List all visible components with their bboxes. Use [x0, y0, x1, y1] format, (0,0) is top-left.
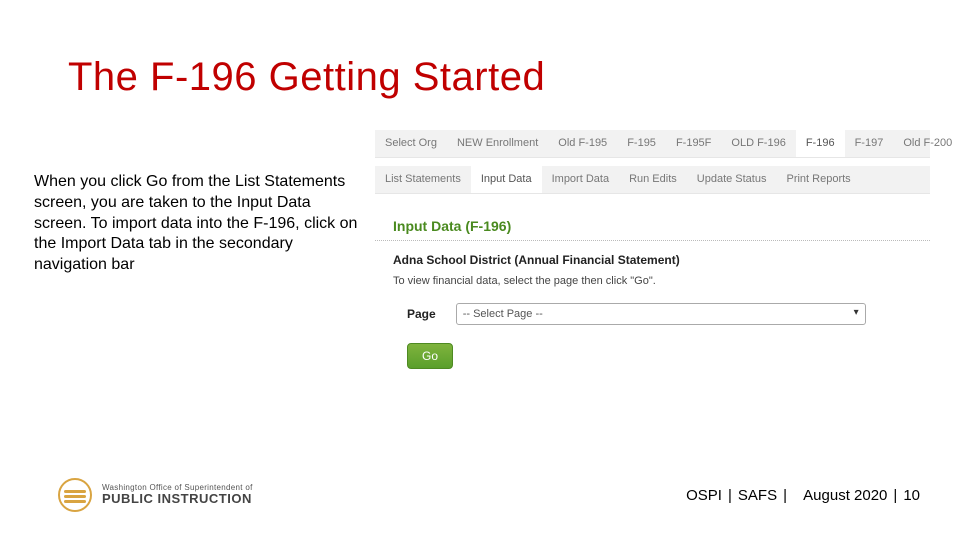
page-select[interactable]: -- Select Page -- [456, 303, 866, 325]
secondary-tab[interactable]: Update Status [687, 166, 777, 193]
district-name: Adna School District (Annual Financial S… [375, 253, 930, 267]
app-screenshot: Select OrgNEW EnrollmentOld F-195F-195F-… [375, 130, 930, 400]
primary-tab[interactable]: Old F-200 [893, 130, 960, 157]
primary-nav: Select OrgNEW EnrollmentOld F-195F-195F-… [375, 130, 930, 158]
footer-date: August 2020 [803, 487, 887, 504]
footer-page: 10 [903, 487, 920, 504]
instruction-text: To view financial data, select the page … [375, 275, 930, 287]
body-paragraph: When you click Go from the List Statemen… [34, 172, 364, 276]
primary-tab[interactable]: F-196 [796, 130, 845, 157]
primary-tab[interactable]: F-197 [845, 130, 894, 157]
footer: Washington Office of Superintendent of P… [58, 478, 920, 512]
footer-sep: | [783, 487, 787, 504]
primary-tab[interactable]: F-195F [666, 130, 721, 157]
ospi-logo-text: Washington Office of Superintendent of P… [102, 484, 253, 506]
go-button[interactable]: Go [407, 343, 453, 369]
secondary-tab[interactable]: Import Data [542, 166, 619, 193]
secondary-tab[interactable]: Run Edits [619, 166, 687, 193]
secondary-tab[interactable]: List Statements [375, 166, 471, 193]
page-label: Page [407, 307, 436, 321]
primary-tab[interactable]: OLD F-196 [721, 130, 795, 157]
section-heading: Input Data (F-196) [375, 214, 930, 241]
primary-tab[interactable]: F-195 [617, 130, 666, 157]
secondary-tab[interactable]: Input Data [471, 166, 542, 193]
secondary-nav: List StatementsInput DataImport DataRun … [375, 166, 930, 194]
footer-org: OSPI [686, 487, 722, 504]
ospi-logo-icon [58, 478, 92, 512]
slide-title: The F-196 Getting Started [68, 55, 545, 100]
primary-tab[interactable]: NEW Enrollment [447, 130, 548, 157]
logo-line2: PUBLIC INSTRUCTION [102, 492, 253, 506]
footer-meta: OSPI | SAFS | August 2020 | 10 [686, 487, 920, 504]
page-selector-row: Page -- Select Page -- [375, 303, 930, 325]
page-select-value: -- Select Page -- [463, 308, 543, 320]
secondary-tab[interactable]: Print Reports [776, 166, 860, 193]
ospi-logo-block: Washington Office of Superintendent of P… [58, 478, 253, 512]
primary-tab[interactable]: Old F-195 [548, 130, 617, 157]
primary-tab[interactable]: Select Org [375, 130, 447, 157]
footer-sep: | [893, 487, 897, 504]
footer-unit: SAFS [738, 487, 777, 504]
footer-sep: | [728, 487, 732, 504]
